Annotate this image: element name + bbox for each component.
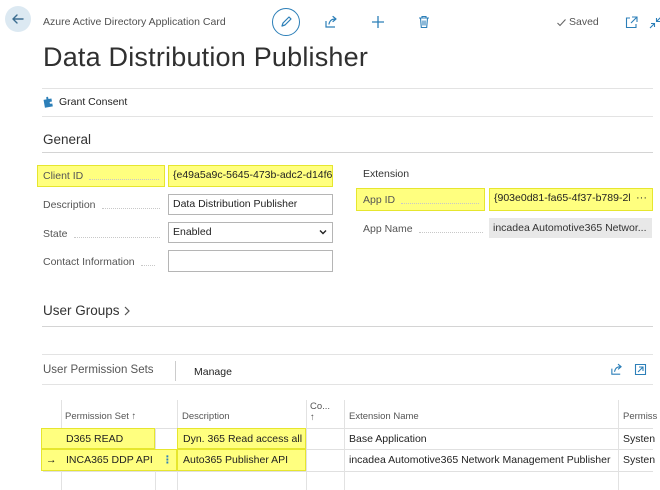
cell-description[interactable]: Auto365 Publisher API: [183, 454, 303, 466]
delete-button[interactable]: [412, 10, 436, 34]
column-header-extension-name[interactable]: Extension Name: [349, 411, 419, 422]
collapse-button[interactable]: [643, 10, 660, 34]
edit-button[interactable]: [272, 8, 300, 36]
divider: [42, 354, 653, 355]
leader-dots: [89, 178, 160, 180]
cell-description[interactable]: Dyn. 365 Read access all: [183, 433, 303, 445]
leader-dots: [401, 202, 480, 204]
top-bar: Azure Active Directory Application Card …: [0, 0, 660, 44]
app-name-label: App Name: [363, 223, 483, 235]
column-header-permission-set[interactable]: Permission Set ↑: [65, 411, 136, 422]
leader-dots: [140, 264, 155, 266]
column-header-permission-set-label: Permission Set: [65, 411, 129, 422]
divider: [42, 88, 653, 89]
client-id-field[interactable]: {e49a5a9c-5645-473b-adc2-d14f6: [168, 165, 333, 187]
column-divider: [618, 400, 619, 490]
cell-permission-scope[interactable]: Systen: [623, 454, 655, 466]
leader-dots: [101, 207, 160, 209]
contact-information-label-text: Contact Information: [43, 256, 135, 268]
expand-icon[interactable]: [634, 363, 647, 376]
cell-extension-name[interactable]: incadea Automotive365 Network Management…: [349, 454, 617, 466]
cell-permission-set[interactable]: INCA365 DDP API: [66, 454, 153, 466]
app-id-label-text: App ID: [363, 194, 396, 206]
column-header-company[interactable]: Co... ↑: [310, 401, 330, 423]
grid-top-line: [42, 384, 653, 385]
column-divider: [344, 400, 345, 490]
saved-status: Saved: [556, 16, 599, 28]
page-title: Data Distribution Publisher: [43, 42, 369, 72]
back-arrow-icon: [12, 14, 24, 24]
pencil-icon: [281, 16, 292, 27]
leader-dots: [418, 231, 483, 233]
column-header-description[interactable]: Description: [182, 411, 230, 422]
general-section-title[interactable]: General: [43, 132, 91, 147]
app-id-more-button[interactable]: ···: [636, 192, 647, 204]
user-groups-label: User Groups: [43, 303, 120, 318]
chevron-down-icon: [319, 230, 327, 235]
column-divider: [306, 400, 307, 490]
cell-permission-set[interactable]: D365 READ: [66, 433, 123, 445]
state-value: Enabled: [173, 226, 212, 238]
app-name-label-text: App Name: [363, 223, 413, 235]
back-button[interactable]: [5, 6, 31, 32]
share-icon: [325, 15, 337, 28]
collapse-icon: [649, 16, 660, 28]
client-id-label: Client ID: [43, 170, 160, 182]
cell-extension-name[interactable]: Base Application: [349, 433, 427, 445]
app-id-field[interactable]: {903e0d81-fa65-4f37-b789-2l: [489, 188, 653, 211]
cell-permission-scope[interactable]: Systen: [623, 433, 655, 445]
app-name-field: incadea Automotive365 Networ...: [489, 218, 652, 238]
separator: [175, 361, 176, 381]
grant-consent-action[interactable]: Grant Consent: [43, 96, 127, 108]
puzzle-icon: [43, 96, 53, 108]
user-groups-section-title[interactable]: User Groups: [43, 303, 131, 318]
user-permission-sets-title[interactable]: User Permission Sets: [43, 364, 154, 376]
state-label: State: [43, 228, 160, 240]
trash-icon: [419, 15, 429, 29]
leader-dots: [73, 236, 160, 238]
column-header-company-label: Co...: [310, 401, 331, 412]
row-actions-menu-icon[interactable]: ⋮: [162, 454, 173, 466]
sort-arrow-icon: ↑: [131, 411, 137, 422]
description-field[interactable]: Data Distribution Publisher: [168, 194, 333, 215]
saved-label: Saved: [569, 16, 599, 28]
breadcrumb: Azure Active Directory Application Card: [43, 16, 226, 28]
plus-icon: [372, 16, 384, 28]
divider: [42, 326, 653, 327]
sort-arrow-icon: ↑: [310, 412, 315, 423]
open-new-window-button[interactable]: [619, 10, 643, 34]
state-select[interactable]: Enabled: [168, 222, 333, 243]
checkmark-icon: [557, 18, 566, 26]
client-id-value: {e49a5a9c-5645-473b-adc2-d14f6: [173, 169, 333, 181]
column-header-permission-scope[interactable]: Permiss: [623, 411, 657, 422]
description-label: Description: [43, 199, 160, 211]
current-row-arrow-icon: →: [46, 454, 57, 466]
app-id-value: {903e0d81-fa65-4f37-b789-2l: [494, 192, 631, 204]
app-name-value: incadea Automotive365 Networ...: [493, 222, 647, 234]
divider: [42, 116, 653, 117]
divider: [42, 152, 653, 153]
share-icon[interactable]: [610, 363, 623, 376]
chevron-right-icon: [124, 306, 130, 315]
open-in-new-window-icon: [625, 15, 638, 28]
extension-group-title: Extension: [363, 168, 410, 180]
contact-information-label: Contact Information: [43, 256, 155, 268]
state-label-text: State: [43, 228, 68, 240]
description-label-text: Description: [43, 199, 96, 211]
manage-menu[interactable]: Manage: [194, 366, 232, 378]
grant-consent-label: Grant Consent: [59, 96, 128, 108]
share-button[interactable]: [319, 10, 343, 34]
new-button[interactable]: [366, 10, 390, 34]
app-id-label: App ID: [363, 194, 480, 206]
contact-information-field[interactable]: [168, 250, 333, 272]
description-value: Data Distribution Publisher: [173, 198, 298, 210]
client-id-label-text: Client ID: [43, 170, 84, 182]
row-divider: [43, 471, 653, 472]
